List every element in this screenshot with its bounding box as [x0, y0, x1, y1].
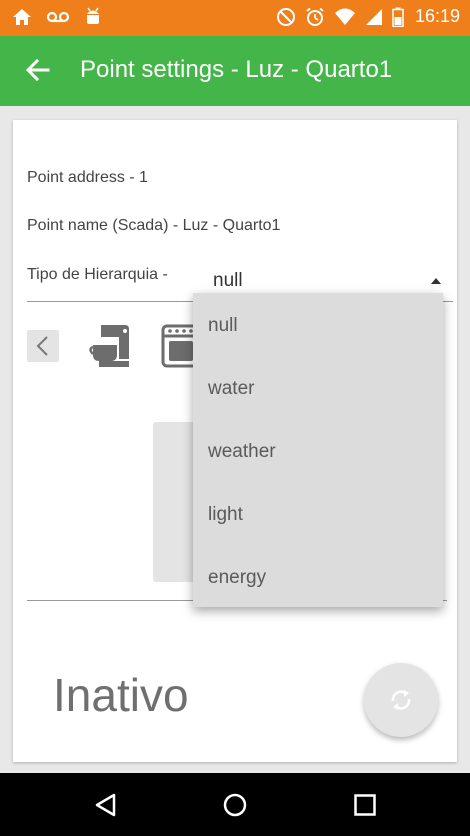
battery-icon — [392, 7, 404, 27]
refresh-fab[interactable] — [364, 663, 438, 737]
hierarchy-dropdown-menu: null water weather light energy — [193, 293, 443, 607]
signal-icon — [365, 7, 383, 27]
dropdown-option-null[interactable]: null — [208, 315, 238, 337]
dropdown-arrow-icon[interactable] — [431, 278, 441, 284]
alarm-icon — [305, 7, 325, 27]
point-address-label: Point address - 1 — [27, 169, 148, 186]
voicemail-icon — [46, 7, 70, 27]
android-icon — [84, 7, 102, 27]
dropdown-option-weather[interactable]: weather — [208, 441, 276, 463]
home-icon — [12, 7, 32, 27]
nav-recents-icon[interactable] — [353, 793, 377, 817]
nav-back-icon[interactable] — [94, 793, 118, 817]
stand-mixer-icon[interactable] — [89, 323, 133, 369]
hierarchy-type-select[interactable]: null — [213, 270, 243, 292]
previous-icon-button[interactable] — [27, 330, 59, 362]
nav-home-icon[interactable] — [222, 793, 248, 819]
dropdown-option-light[interactable]: light — [208, 504, 243, 526]
do-not-disturb-icon — [276, 7, 296, 27]
clock-time: 16:19 — [414, 6, 460, 26]
screen: 16:19 Point settings - Luz - Quarto1 Poi… — [0, 0, 470, 836]
system-nav-bar — [0, 773, 470, 836]
back-arrow-icon[interactable] — [24, 56, 52, 84]
dropdown-option-energy[interactable]: energy — [208, 567, 266, 589]
hierarchy-type-label: Tipo de Hierarquia - — [27, 266, 168, 283]
page-title: Point settings - Luz - Quarto1 — [80, 56, 393, 83]
wifi-icon — [334, 7, 356, 27]
app-bar: Point settings - Luz - Quarto1 — [0, 36, 470, 106]
chevron-left-icon — [36, 336, 48, 356]
point-status-label: Inativo — [53, 669, 189, 721]
refresh-icon — [391, 690, 411, 710]
dropdown-option-water[interactable]: water — [208, 378, 254, 400]
point-name-label: Point name (Scada) - Luz - Quarto1 — [27, 217, 281, 234]
status-bar: 16:19 — [0, 0, 470, 36]
